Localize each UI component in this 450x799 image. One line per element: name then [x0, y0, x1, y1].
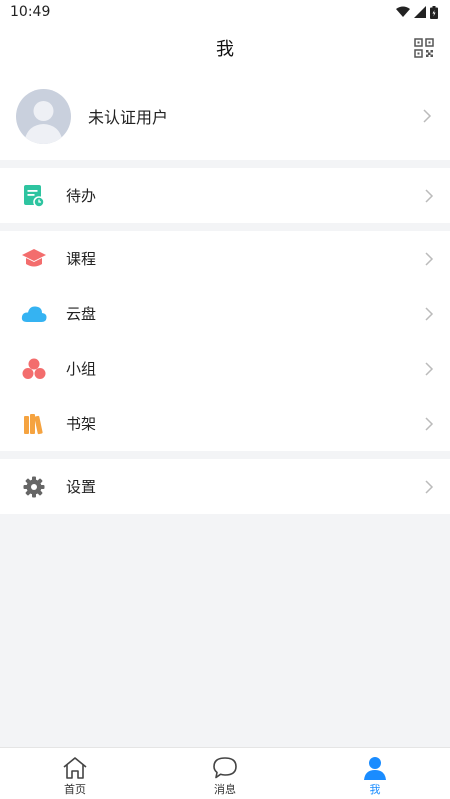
default-avatar-icon	[24, 100, 63, 144]
tab-label: 消息	[214, 783, 236, 796]
menu-item-label: 云盘	[66, 305, 97, 323]
profile-card[interactable]: 未认证用户	[0, 72, 450, 160]
menu-item-label: 小组	[66, 360, 97, 378]
status-time: 10:49	[10, 4, 51, 20]
todo-icon	[21, 183, 47, 209]
tab-home[interactable]: 首页	[0, 748, 150, 799]
tab-label: 我	[369, 783, 381, 796]
avatar	[16, 88, 71, 144]
menu-item-label: 待办	[66, 187, 97, 205]
status-icons	[396, 5, 438, 19]
course-icon	[21, 246, 47, 272]
menu-group-learning: 课程 云盘 小组 书架	[0, 231, 450, 451]
menu-item-todo[interactable]: 待办	[0, 168, 450, 223]
menu-group-settings: 设置	[0, 459, 450, 514]
menu-item-label: 课程	[66, 250, 97, 268]
menu-group-todo: 待办	[0, 168, 450, 223]
page-title: 我	[216, 39, 234, 60]
chevron-right-icon	[425, 306, 434, 321]
top-nav-bar: 我	[0, 24, 450, 72]
signal-icon	[414, 6, 426, 18]
cloud-icon	[21, 301, 47, 327]
profile-name: 未认证用户	[88, 108, 169, 127]
menu-item-label: 设置	[66, 478, 97, 496]
tab-label: 首页	[64, 783, 86, 796]
chevron-right-icon	[425, 416, 434, 431]
menu-item-bookshelf[interactable]: 书架	[0, 396, 450, 451]
chevron-right-icon	[425, 251, 434, 266]
chevron-right-icon	[425, 188, 434, 203]
profile-icon	[364, 757, 386, 780]
bookshelf-icon	[21, 411, 47, 437]
menu-item-groups[interactable]: 小组	[0, 341, 450, 396]
battery-icon	[430, 5, 438, 19]
tab-me[interactable]: 我	[300, 748, 450, 799]
message-icon	[213, 757, 237, 779]
menu-item-cloud[interactable]: 云盘	[0, 286, 450, 341]
menu-item-settings[interactable]: 设置	[0, 459, 450, 514]
menu-item-courses[interactable]: 课程	[0, 231, 450, 286]
status-bar: 10:49	[0, 0, 450, 24]
chevron-right-icon	[423, 109, 432, 123]
chevron-right-icon	[425, 479, 434, 494]
menu-item-label: 书架	[66, 415, 97, 433]
home-icon	[63, 757, 87, 779]
chevron-right-icon	[425, 361, 434, 376]
gear-icon	[21, 474, 47, 500]
bottom-tab-bar: 首页 消息 我	[0, 747, 450, 799]
group-icon	[21, 356, 47, 382]
tab-messages[interactable]: 消息	[150, 748, 300, 799]
qr-code-icon[interactable]	[414, 38, 434, 58]
wifi-icon	[396, 6, 410, 17]
